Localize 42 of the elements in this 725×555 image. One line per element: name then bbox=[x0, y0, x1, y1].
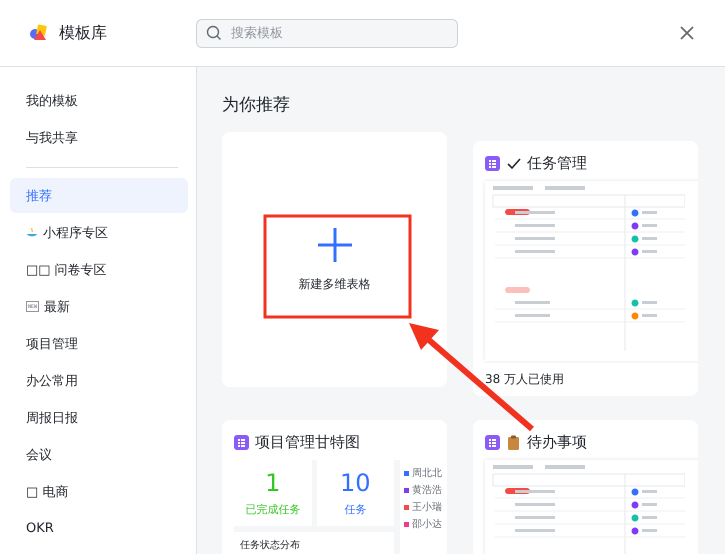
new-table-label: 新建多维表格 bbox=[298, 276, 370, 293]
stat-label: 已完成任务 bbox=[245, 502, 300, 517]
new-table-button[interactable]: 新建多维表格 bbox=[268, 214, 400, 305]
sidebar-item[interactable]: 小程序专区 bbox=[10, 215, 188, 250]
template-title: 项目管理甘特图 bbox=[255, 433, 360, 452]
legend-label: 周北北 bbox=[412, 466, 442, 480]
search-icon bbox=[206, 24, 222, 40]
template-card[interactable]: 任务管理 38 万人已使用 bbox=[473, 141, 698, 396]
table-icon bbox=[485, 435, 500, 450]
sidebar-item[interactable]: □ 电商 bbox=[10, 474, 188, 509]
sidebar-item[interactable]: 项目管理 bbox=[10, 326, 188, 361]
stat-value: 1 bbox=[265, 469, 280, 497]
stat-label: 任务 bbox=[344, 502, 366, 517]
clipboard-icon bbox=[506, 435, 521, 450]
legend-label: 黄浩浩 bbox=[412, 484, 442, 497]
sidebar-item[interactable]: 办公常用 bbox=[10, 363, 188, 398]
stat-value: 10 bbox=[340, 469, 371, 497]
sidebar-item[interactable]: OKR bbox=[10, 511, 188, 546]
table-icon bbox=[485, 156, 500, 171]
usage-count: 38 万人已使用 bbox=[485, 371, 566, 388]
template-title: 任务管理 bbox=[527, 154, 587, 173]
sidebar-item[interactable]: □□ 问卷专区 bbox=[10, 252, 188, 287]
table-icon bbox=[234, 435, 249, 450]
panel-title: 任务状态分布 bbox=[240, 538, 301, 552]
legend-label: 邵小达 bbox=[412, 518, 442, 531]
sidebar-item[interactable]: 我的模板 bbox=[10, 83, 188, 118]
search-field[interactable]: 搜索模板 bbox=[196, 18, 458, 48]
sidebar-label: 小程序专区 bbox=[43, 224, 108, 242]
template-card[interactable]: 待办事项 bbox=[473, 420, 698, 554]
bowl-icon bbox=[26, 226, 38, 238]
plus-icon bbox=[316, 226, 354, 264]
template-card[interactable]: 项目管理甘特图 1 已完成任务 10 任务 任务状态分布 周北北 黄浩浩 王小瑞 邵小达 bbox=[222, 420, 447, 554]
template-title: 待办事项 bbox=[527, 433, 587, 452]
section-heading: 为你推荐 bbox=[222, 94, 291, 116]
check-icon bbox=[506, 156, 521, 171]
sidebar-item[interactable]: 推荐 bbox=[10, 178, 188, 213]
sidebar-item[interactable]: 与我共享 bbox=[10, 120, 188, 155]
sidebar-label: 最新 bbox=[44, 298, 70, 316]
app-title: 模板库 bbox=[59, 22, 108, 44]
sidebar-item[interactable]: 周报日报 bbox=[10, 400, 188, 435]
legend-label: 王小瑞 bbox=[412, 500, 442, 514]
sidebar-item[interactable]: 会议 bbox=[10, 437, 188, 472]
